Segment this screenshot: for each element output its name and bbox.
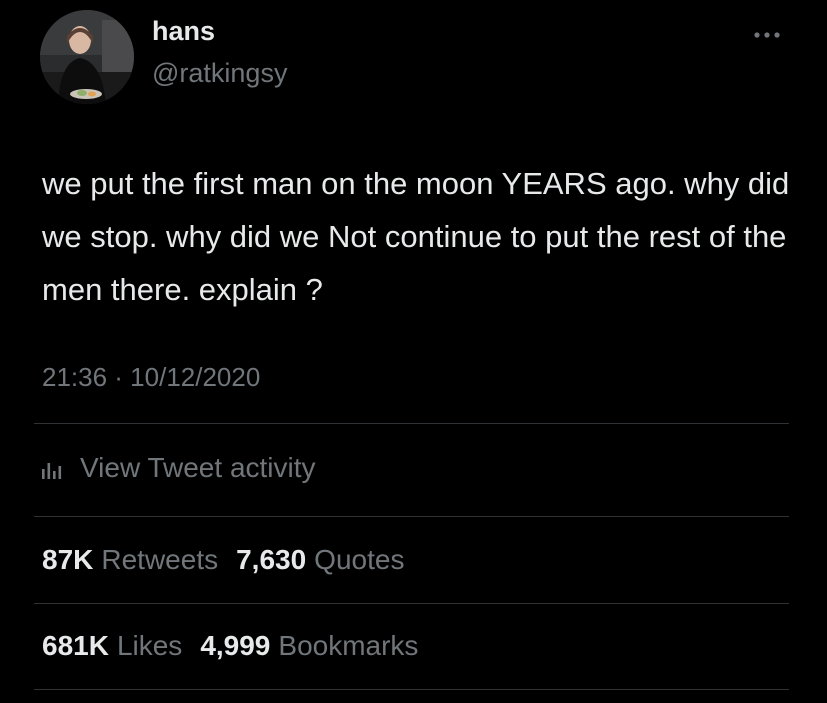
view-tweet-activity-link[interactable]: View Tweet activity	[40, 448, 316, 488]
likes-stat[interactable]: 681K Likes	[42, 630, 182, 662]
more-options-icon[interactable]	[752, 20, 782, 50]
divider	[34, 423, 789, 424]
quotes-stat[interactable]: 7,630 Quotes	[236, 544, 404, 576]
divider	[34, 689, 789, 690]
quotes-count: 7,630	[236, 544, 307, 575]
stats-row-shares: 87K Retweets 7,630 Quotes	[42, 540, 422, 580]
avatar[interactable]	[40, 10, 134, 104]
tweet-timestamp[interactable]: 21:36 · 10/12/2020	[42, 362, 260, 393]
author-display-name[interactable]: hans	[152, 16, 215, 47]
bar-chart-icon	[40, 454, 68, 482]
author-handle[interactable]: @ratkingsy	[152, 58, 287, 89]
retweets-count: 87K	[42, 544, 94, 575]
likes-count: 681K	[42, 630, 109, 661]
divider	[34, 516, 789, 517]
retweets-stat[interactable]: 87K Retweets	[42, 544, 218, 576]
bookmarks-stat[interactable]: 4,999 Bookmarks	[200, 630, 418, 662]
retweets-label: Retweets	[101, 544, 219, 575]
stats-row-engagement: 681K Likes 4,999 Bookmarks	[42, 626, 436, 666]
divider	[34, 603, 789, 604]
likes-label: Likes	[116, 630, 183, 661]
tweet-text: we put the first man on the moon YEARS a…	[42, 166, 790, 307]
quotes-label: Quotes	[314, 544, 405, 575]
tweet-detail: hans @ratkingsy we put the first man on …	[0, 0, 827, 703]
view-tweet-activity-label: View Tweet activity	[80, 452, 316, 483]
avatar-photo	[40, 10, 134, 104]
bookmarks-label: Bookmarks	[278, 630, 419, 661]
bookmarks-count: 4,999	[200, 630, 271, 661]
